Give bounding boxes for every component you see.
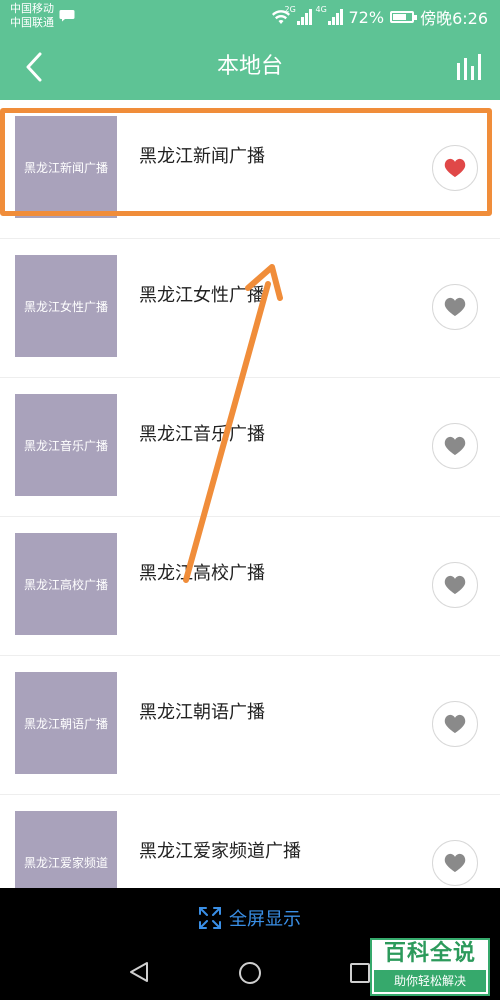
equalizer-icon[interactable] <box>456 54 482 80</box>
list-item[interactable]: 黑龙江音乐广播 黑龙江音乐广播 <box>0 378 500 517</box>
favorite-button[interactable] <box>432 145 478 191</box>
carrier-info: 中国移动 中国联通 <box>10 2 54 30</box>
list-item[interactable]: 黑龙江女性广播 黑龙江女性广播 <box>0 239 500 378</box>
favorite-button[interactable] <box>432 562 478 608</box>
carrier-2: 中国联通 <box>10 16 54 29</box>
watermark-sub: 助你轻松解决 <box>374 970 486 992</box>
battery-percent: 72% <box>348 7 385 27</box>
heart-icon <box>444 297 466 317</box>
status-right: 2G 4G 72% 傍晚6:26 <box>271 5 488 28</box>
station-title: 黑龙江高校广播 <box>139 563 265 584</box>
expand-icon <box>199 907 221 929</box>
nav-home-button[interactable] <box>238 961 262 985</box>
favorite-button[interactable] <box>432 423 478 469</box>
heart-icon <box>444 853 466 873</box>
heart-icon <box>444 436 466 456</box>
favorite-button[interactable] <box>432 840 478 886</box>
message-icon <box>59 10 75 22</box>
watermark-main: 百科全说 <box>383 941 476 966</box>
station-title: 黑龙江朝语广播 <box>139 702 265 723</box>
station-title: 黑龙江爱家频道广播 <box>139 841 301 862</box>
list-item[interactable]: 黑龙江新闻广播 黑龙江新闻广播 <box>0 100 500 239</box>
heart-icon <box>444 158 466 178</box>
app-bar: 本地台 <box>0 34 500 100</box>
station-thumbnail: 黑龙江新闻广播 <box>15 116 117 218</box>
list-item[interactable]: 黑龙江高校广播 黑龙江高校广播 <box>0 517 500 656</box>
network-tag-1: 2G <box>284 5 296 14</box>
heart-icon <box>444 714 466 734</box>
status-time: 傍晚6:26 <box>420 9 488 28</box>
nav-recent-button[interactable] <box>350 963 370 983</box>
nav-back-button[interactable] <box>128 961 150 983</box>
favorite-button[interactable] <box>432 284 478 330</box>
favorite-button[interactable] <box>432 701 478 747</box>
battery-icon <box>390 11 418 23</box>
station-thumbnail: 黑龙江女性广播 <box>15 255 117 357</box>
station-title: 黑龙江音乐广播 <box>139 424 265 445</box>
station-thumbnail: 黑龙江朝语广播 <box>15 672 117 774</box>
signal-icon: 4G <box>316 5 343 25</box>
list-item[interactable]: 黑龙江朝语广播 黑龙江朝语广播 <box>0 656 500 795</box>
status-bar: 中国移动 中国联通 2G 4G 72% 傍晚6:26 <box>0 0 500 34</box>
station-title: 黑龙江新闻广播 <box>139 146 265 167</box>
watermark-logo: 百科全说 助你轻松解决 <box>370 938 490 996</box>
carrier-1: 中国移动 <box>10 2 54 15</box>
network-tag-2: 4G <box>315 5 327 14</box>
signal-icon: 2G <box>285 5 312 25</box>
station-title: 黑龙江女性广播 <box>139 285 265 306</box>
page-title: 本地台 <box>216 54 283 79</box>
station-thumbnail: 黑龙江高校广播 <box>15 533 117 635</box>
station-thumbnail: 黑龙江音乐广播 <box>15 394 117 496</box>
fullscreen-label: 全屏显示 <box>229 909 301 930</box>
heart-icon <box>444 575 466 595</box>
